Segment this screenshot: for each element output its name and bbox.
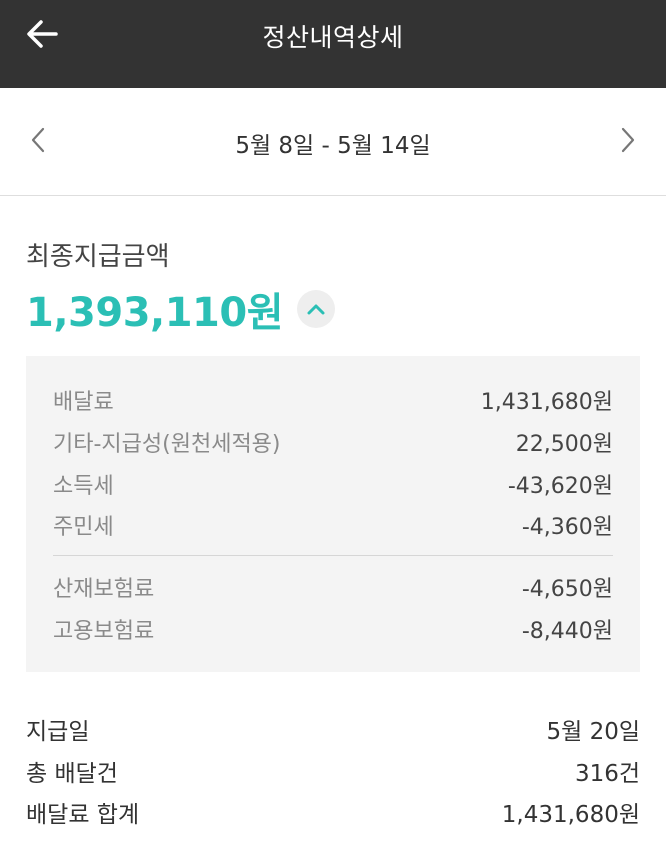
- payment-breakdown-panel: 배달료 1,431,680원 기타-지급성(원천세적용) 22,500원 소득세…: [26, 356, 640, 672]
- collapse-breakdown-button[interactable]: [297, 290, 336, 328]
- next-period-button[interactable]: [608, 120, 648, 160]
- final-payment-row: 1,393,110원: [26, 280, 336, 338]
- breakdown-row-employment-insurance: 고용보험료 -8,440원: [53, 612, 613, 646]
- breakdown-label: 기타-지급성(원천세적용): [53, 432, 281, 457]
- breakdown-value: -4,360원: [521, 515, 613, 540]
- breakdown-row-delivery-fee: 배달료 1,431,680원: [53, 383, 613, 417]
- summary-row-payment-date: 지급일 5월 20일: [26, 711, 640, 747]
- final-payment-label: 최종지급금액: [26, 242, 170, 272]
- app-bar: 정산내역상세: [0, 0, 666, 88]
- summary-value: 5월 20일: [546, 719, 640, 745]
- breakdown-label: 소득세: [53, 474, 114, 499]
- breakdown-label: 주민세: [53, 515, 114, 540]
- breakdown-value: 22,500원: [515, 432, 613, 457]
- breakdown-label: 고용보험료: [53, 619, 155, 644]
- breakdown-value: 1,431,680원: [480, 390, 613, 415]
- summary-row-delivery-count: 총 배달건 316건: [26, 753, 640, 789]
- final-payment-amount: 1,393,110원: [26, 290, 284, 336]
- summary-label: 배달료 합계: [26, 802, 140, 828]
- summary-label: 총 배달건: [26, 761, 118, 787]
- period-label: 5월 8일 - 5월 14일: [235, 133, 431, 159]
- period-selector: 5월 8일 - 5월 14일: [0, 88, 666, 196]
- breakdown-label: 산재보험료: [53, 577, 155, 602]
- chevron-up-icon: [307, 304, 325, 315]
- breakdown-value: -4,650원: [521, 577, 613, 602]
- breakdown-row-other-payment: 기타-지급성(원천세적용) 22,500원: [53, 425, 613, 459]
- breakdown-value: -43,620원: [507, 474, 613, 499]
- chevron-right-icon: [621, 127, 635, 153]
- breakdown-row-income-tax: 소득세 -43,620원: [53, 467, 613, 501]
- breakdown-label: 배달료: [53, 390, 114, 415]
- breakdown-row-industrial-insurance: 산재보험료 -4,650원: [53, 570, 613, 604]
- summary-row-delivery-fee-total: 배달료 합계 1,431,680원: [26, 794, 640, 830]
- summary-value: 1,431,680원: [501, 802, 640, 828]
- breakdown-divider: [53, 555, 613, 556]
- breakdown-value: -8,440원: [521, 619, 613, 644]
- page-title: 정산내역상세: [262, 23, 404, 52]
- breakdown-row-resident-tax: 주민세 -4,360원: [53, 508, 613, 542]
- summary-label: 지급일: [26, 719, 90, 745]
- summary-value: 316건: [574, 761, 640, 787]
